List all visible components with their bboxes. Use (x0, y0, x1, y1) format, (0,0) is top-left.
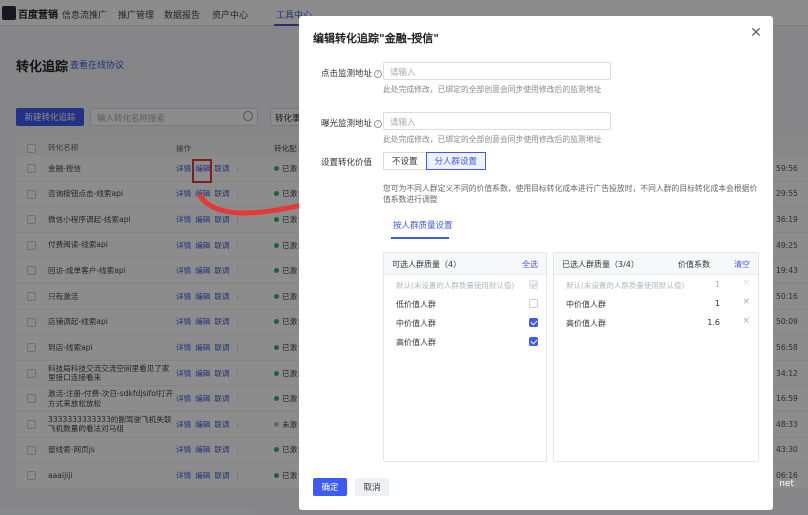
audience-label: 默认(未设置的人群质量使用默认值) (566, 281, 685, 290)
available-audience-panel: 可选人群质量（4） 全选 默认(未设置的人群质量使用默认值) 低价值人群中价值人群… (383, 252, 547, 462)
tab-active-indicator (391, 237, 449, 239)
help-icon[interactable]: ? (374, 69, 383, 78)
available-title: 可选人群质量（4） (392, 260, 462, 269)
expose-url-label: 曝光监测地址? (321, 117, 383, 129)
value-coefficient: 1 (714, 280, 720, 289)
edit-conversion-modal: 编辑转化追踪"金融-授信" ✕ 点击监测地址? 请输入 此处完成修改，已绑定的全… (299, 16, 773, 510)
available-audience-item[interactable]: 高价值人群 (384, 332, 546, 351)
audience-label: 默认(未设置的人群质量使用默认值) (396, 281, 515, 290)
value-setting-label: 设置转化价值 (321, 158, 373, 168)
selected-audience-item: 高价值人群 1.6 × (554, 313, 758, 332)
expose-url-input[interactable]: 请输入 (383, 112, 611, 130)
select-all-link[interactable]: 全选 (522, 259, 538, 270)
expose-url-tip: 此处完成修改，已绑定的全部创意会同步使用修改后的监测地址 (383, 135, 602, 144)
selected-audience-panel: 已选人群质量（3/4） 价值系数 清空 默认(未设置的人群质量使用默认值) 1 × 中… (553, 252, 759, 462)
option-by-audience[interactable]: 分人群设置 (425, 152, 487, 170)
available-audience-item[interactable]: 中价值人群 (384, 313, 546, 332)
audience-label: 高价值人群 (396, 338, 436, 347)
value-setting-toggle: 不设置 分人群设置 (383, 152, 487, 170)
audience-label: 高价值人群 (566, 319, 606, 328)
click-url-input[interactable]: 请输入 (383, 62, 611, 80)
overlay-tag: net (779, 479, 794, 489)
audience-label: 中价值人群 (566, 300, 606, 309)
selected-title: 已选人群质量（3/4） (562, 260, 639, 269)
value-coefficient[interactable]: 1.6 (694, 318, 720, 327)
audience-label: 中价值人群 (396, 319, 436, 328)
coef-header: 价值系数 (678, 260, 710, 269)
cancel-button[interactable]: 取消 (355, 478, 389, 496)
selected-audience-item: 默认(未设置的人群质量使用默认值) 1 × (554, 275, 758, 294)
available-panel-header: 可选人群质量（4） 全选 (384, 253, 546, 275)
tab-audience-quality[interactable]: 按人群质量设置 (393, 219, 453, 231)
option-no-setting[interactable]: 不设置 (383, 152, 427, 170)
audience-checkbox[interactable] (529, 337, 538, 346)
audience-checkbox[interactable] (529, 318, 538, 327)
close-icon[interactable]: ✕ (749, 26, 763, 40)
remove-icon: × (742, 278, 750, 288)
clear-link[interactable]: 清空 (734, 259, 750, 270)
audience-checkbox (529, 280, 538, 289)
click-url-tip: 此处完成修改，已绑定的全部创意会同步使用修改后的监测地址 (383, 85, 602, 94)
audience-checkbox[interactable] (529, 299, 538, 308)
help-icon[interactable]: ? (374, 119, 383, 128)
available-audience-item: 默认(未设置的人群质量使用默认值) (384, 275, 546, 294)
click-url-label: 点击监测地址? (321, 67, 383, 79)
expose-url-label-text: 曝光监测地址 (321, 119, 373, 129)
click-url-label-text: 点击监测地址 (321, 69, 373, 79)
value-description: 您可为不同人群定义不同的价值系数，使用目标转化成本进行广告投放时，不同人群的目标… (383, 184, 758, 205)
modal-title: 编辑转化追踪"金融-授信" (313, 32, 440, 45)
selected-panel-header: 已选人群质量（3/4） 价值系数 清空 (554, 253, 758, 275)
remove-icon[interactable]: × (742, 297, 750, 307)
confirm-button[interactable]: 确定 (313, 478, 347, 496)
remove-icon[interactable]: × (742, 316, 750, 326)
selected-audience-item: 中价值人群 1 × (554, 294, 758, 313)
audience-label: 低价值人群 (396, 300, 436, 309)
available-audience-item[interactable]: 低价值人群 (384, 294, 546, 313)
value-coefficient[interactable]: 1 (694, 299, 720, 308)
